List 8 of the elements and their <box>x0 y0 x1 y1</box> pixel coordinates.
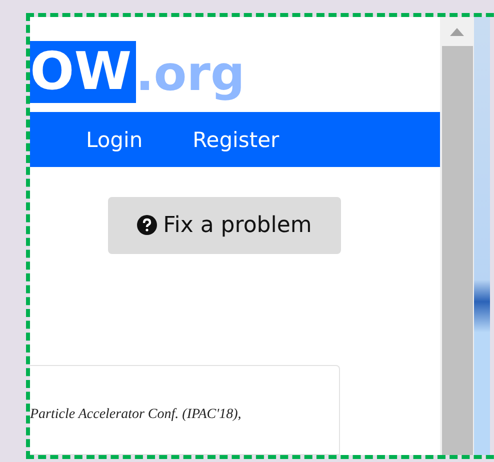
citation-text: Particle Accelerator Conf. (IPAC'18), <box>30 406 242 422</box>
nav-link[interactable]: Register <box>192 128 280 152</box>
fix-problem-button[interactable]: Fix a problem <box>108 196 341 254</box>
logo-suffix: .org <box>136 46 245 104</box>
scroll-up-icon[interactable] <box>450 28 464 36</box>
logo-mark: OW <box>30 41 136 104</box>
help-icon <box>137 215 158 236</box>
nav-link[interactable]: Login <box>86 128 143 152</box>
